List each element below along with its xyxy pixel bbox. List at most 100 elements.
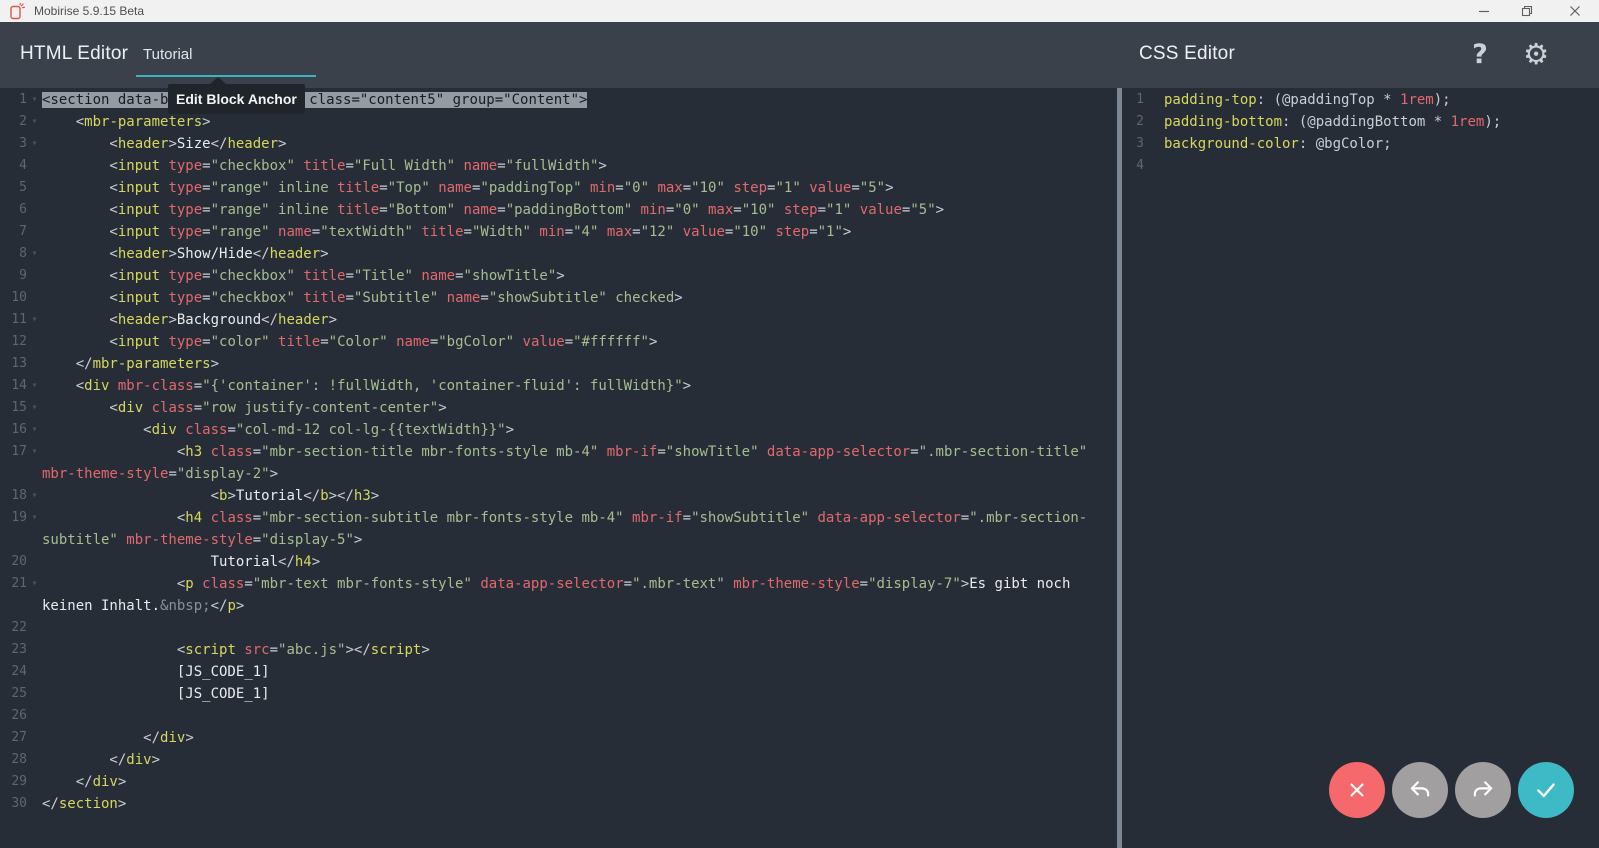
- code-row[interactable]: 8 ▾ <header>Show/Hide</header>: [0, 243, 1117, 265]
- code-row[interactable]: 2 ▾ <mbr-parameters>: [0, 111, 1117, 133]
- titlebar: Mobirise 5.9.15 Beta: [0, 0, 1599, 22]
- code-line: padding-top: (@paddingTop * 1rem);: [1164, 92, 1451, 108]
- code-line: <div class="row justify-content-center">: [42, 400, 447, 416]
- line-number: 23: [11, 642, 27, 657]
- code-row[interactable]: 14 ▾ <div mbr-class="{'container': !fullW…: [0, 375, 1117, 397]
- close-icon: [1350, 783, 1364, 797]
- undo-button[interactable]: [1392, 762, 1448, 818]
- line-number: 7: [19, 224, 27, 239]
- fold-caret-icon[interactable]: ▾: [27, 133, 42, 155]
- close-icon[interactable]: [1555, 0, 1595, 22]
- code-row[interactable]: 13 </mbr-parameters>: [0, 353, 1117, 375]
- html-code-editor[interactable]: 1 ▾ <section data-b " class="content5" grou…: [0, 88, 1117, 848]
- code-row[interactable]: 7 <input type="range" name="textWidth" t…: [0, 221, 1117, 243]
- apply-button[interactable]: [1518, 762, 1574, 818]
- code-line: <h4 class="mbr-section-subtitle mbr-font…: [42, 510, 1088, 526]
- code-line: </div>: [42, 774, 127, 790]
- header: HTML Editor Tutorial CSS Editor ? ⚙: [0, 22, 1599, 88]
- code-row[interactable]: 2 padding-bottom: (@paddingBottom * 1rem)…: [1122, 111, 1599, 133]
- code-row[interactable]: 5 <input type="range" inline title="Top"…: [0, 177, 1117, 199]
- code-line: </div>: [42, 730, 194, 746]
- code-line: <header>Background</header>: [42, 312, 338, 328]
- fold-caret-icon[interactable]: ▾: [27, 573, 42, 595]
- cancel-button[interactable]: [1329, 762, 1385, 818]
- code-row[interactable]: 26: [0, 705, 1117, 727]
- window-title: Mobirise 5.9.15 Beta: [34, 4, 145, 18]
- fold-caret-icon[interactable]: ▾: [27, 419, 42, 441]
- fold-caret-icon[interactable]: ▾: [27, 111, 42, 133]
- code-line: <script src="abc.js"></script>: [42, 642, 430, 658]
- code-line: padding-bottom: (@paddingBottom * 1rem);: [1164, 114, 1502, 130]
- tab-tutorial[interactable]: Tutorial: [143, 46, 192, 63]
- line-number: 2: [19, 114, 27, 129]
- code-row[interactable]: 27 </div>: [0, 727, 1117, 749]
- fold-caret-icon[interactable]: ▾: [27, 507, 42, 529]
- code-row[interactable]: 4: [1122, 155, 1599, 177]
- code-row[interactable]: 4 <input type="checkbox" title="Full Wid…: [0, 155, 1117, 177]
- code-line: </mbr-parameters>: [42, 356, 220, 372]
- code-row[interactable]: 15 ▾ <div class="row justify-content-cent…: [0, 397, 1117, 419]
- code-line: <input type="color" title="Color" name="…: [42, 334, 658, 350]
- html-editor-title: HTML Editor: [20, 43, 129, 64]
- line-number: 21: [11, 576, 27, 591]
- code-row[interactable]: 20 Tutorial</h4>: [0, 551, 1117, 573]
- code-line: <div class="col-md-12 col-lg-{{textWidth…: [42, 422, 515, 438]
- code-row[interactable]: 16 ▾ <div class="col-md-12 col-lg-{{textW…: [0, 419, 1117, 441]
- code-row[interactable]: 3 background-color: @bgColor;: [1122, 133, 1599, 155]
- code-row[interactable]: 9 <input type="checkbox" title="Title" n…: [0, 265, 1117, 287]
- line-number: 17: [11, 444, 27, 459]
- code-row[interactable]: 1 padding-top: (@paddingTop * 1rem);: [1122, 89, 1599, 111]
- line-number: 3: [1136, 136, 1144, 151]
- code-row[interactable]: 25 [JS_CODE_1]: [0, 683, 1117, 705]
- code-line: <header>Show/Hide</header>: [42, 246, 329, 262]
- code-row[interactable]: mbr-theme-style="display-2">: [0, 463, 1117, 485]
- code-line: <input type="checkbox" title="Full Width…: [42, 158, 607, 174]
- fold-caret-icon[interactable]: ▾: [27, 89, 42, 111]
- css-editor-title: CSS Editor: [1139, 43, 1235, 64]
- fold-caret-icon[interactable]: ▾: [27, 375, 42, 397]
- code-row[interactable]: 12 <input type="color" title="Color" nam…: [0, 331, 1117, 353]
- line-number: 11: [11, 312, 27, 327]
- code-row[interactable]: keinen Inhalt.&nbsp;</p>: [0, 595, 1117, 617]
- css-code-editor[interactable]: 1 padding-top: (@paddingTop * 1rem); 2 padd…: [1122, 88, 1599, 848]
- line-number: 13: [11, 356, 27, 371]
- gear-icon[interactable]: ⚙: [1518, 34, 1554, 74]
- fold-caret-icon[interactable]: ▾: [27, 441, 42, 463]
- code-row[interactable]: 10 <input type="checkbox" title="Subtitl…: [0, 287, 1117, 309]
- line-number: 26: [11, 708, 27, 723]
- active-tab-underline: [136, 75, 316, 77]
- restore-icon[interactable]: [1507, 0, 1547, 22]
- code-line: <input type="range" name="textWidth" tit…: [42, 224, 852, 240]
- code-line: <div mbr-class="{'container': !fullWidth…: [42, 378, 692, 394]
- code-row[interactable]: 30 </section>: [0, 793, 1117, 815]
- code-row[interactable]: 24 [JS_CODE_1]: [0, 661, 1117, 683]
- code-line: subtitle" mbr-theme-style="display-5">: [42, 532, 363, 548]
- help-icon[interactable]: ?: [1462, 34, 1498, 74]
- line-number: 16: [11, 422, 27, 437]
- code-row[interactable]: 17 ▾ <h3 class="mbr-section-title mbr-fon…: [0, 441, 1117, 463]
- fold-caret-icon[interactable]: ▾: [27, 397, 42, 419]
- check-icon: [1537, 783, 1555, 798]
- code-row[interactable]: 28 </div>: [0, 749, 1117, 771]
- minimize-icon[interactable]: [1464, 0, 1504, 22]
- code-line: mbr-theme-style="display-2">: [42, 466, 279, 482]
- code-line: <header>Size</header>: [42, 136, 287, 152]
- line-number: 4: [1136, 158, 1144, 173]
- code-row[interactable]: 3 ▾ <header>Size</header>: [0, 133, 1117, 155]
- code-row[interactable]: subtitle" mbr-theme-style="display-5">: [0, 529, 1117, 551]
- code-line: background-color: @bgColor;: [1164, 136, 1392, 152]
- code-row[interactable]: 29 </div>: [0, 771, 1117, 793]
- code-row[interactable]: 18 ▾ <b>Tutorial</b></h3>: [0, 485, 1117, 507]
- redo-button[interactable]: [1455, 762, 1511, 818]
- code-row[interactable]: 19 ▾ <h4 class="mbr-section-subtitle mbr-…: [0, 507, 1117, 529]
- line-number: 4: [19, 158, 27, 173]
- fold-caret-icon[interactable]: ▾: [27, 243, 42, 265]
- code-row[interactable]: 11 ▾ <header>Background</header>: [0, 309, 1117, 331]
- code-row[interactable]: 23 <script src="abc.js"></script>: [0, 639, 1117, 661]
- code-row[interactable]: 21 ▾ <p class="mbr-text mbr-fonts-style" …: [0, 573, 1117, 595]
- fold-caret-icon[interactable]: ▾: [27, 485, 42, 507]
- code-row[interactable]: 22: [0, 617, 1117, 639]
- fold-caret-icon[interactable]: ▾: [27, 309, 42, 331]
- code-row[interactable]: 6 <input type="range" inline title="Bott…: [0, 199, 1117, 221]
- code-line: <p class="mbr-text mbr-fonts-style" data…: [42, 576, 1071, 592]
